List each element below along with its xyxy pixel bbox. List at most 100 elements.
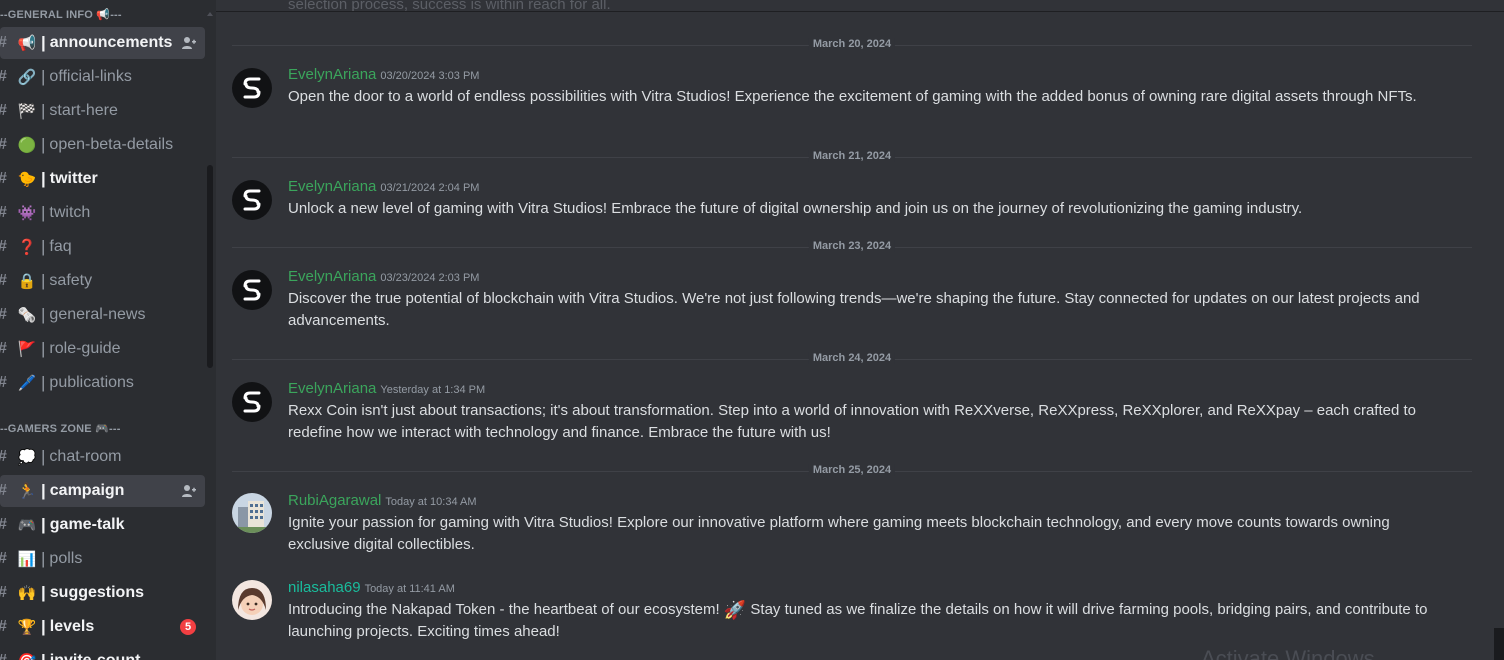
date-divider-label: March 23, 2024 [808, 240, 896, 252]
channel-hash-icon: # [0, 238, 12, 256]
megaphone-icon: 📢 [17, 35, 37, 52]
game-controller-icon: 🎮 [17, 517, 37, 534]
channel-label: open-beta-details [49, 136, 174, 153]
date-divider: March 24, 2024 [232, 352, 1472, 364]
author-name[interactable]: EvelynAriana [288, 268, 376, 285]
pen-icon: 🖊️ [17, 375, 37, 392]
channel-campaign[interactable]: # 🏃 | campaign [0, 475, 205, 507]
channel-faq[interactable]: # ❓ | faq [0, 231, 205, 263]
channel-hash-icon: # [0, 68, 12, 86]
author-name[interactable]: EvelynAriana [288, 66, 376, 83]
channel-label: role-guide [49, 340, 121, 357]
trophy-icon: 🏆 [17, 619, 37, 636]
channel-announcements[interactable]: # 📢 | announcements [0, 27, 205, 59]
green-circle-icon: 🟢 [17, 137, 37, 154]
message[interactable]: EvelynAriana 03/21/2024 2:04 PM Unlock a … [216, 178, 1486, 222]
author-name[interactable]: RubiAgarawal [288, 492, 381, 509]
channel-official-links[interactable]: # 🔗 | official-links [0, 61, 205, 93]
channel-label: general-news [49, 306, 146, 323]
category-gamers-zone[interactable]: --GAMERS ZONE 🎮--- [0, 420, 121, 438]
channel-game-talk[interactable]: # 🎮 | game-talk [0, 509, 205, 541]
channel-label: publications [49, 374, 134, 391]
avatar[interactable] [232, 68, 272, 108]
date-divider: March 21, 2024 [232, 150, 1472, 162]
message-list-scrollbar[interactable] [1494, 628, 1504, 660]
channel-sidebar: --GENERAL INFO 📢--- # 📢 | announcements … [0, 0, 216, 660]
channel-hash-icon: # [0, 550, 12, 568]
date-divider: March 20, 2024 [232, 38, 1472, 50]
message-timestamp[interactable]: 03/21/2024 2:04 PM [380, 182, 479, 194]
channel-label: twitter [49, 170, 98, 187]
message-timestamp[interactable]: Today at 10:34 AM [385, 496, 476, 508]
date-divider-label: March 25, 2024 [808, 464, 896, 476]
channel-hash-icon: # [0, 170, 12, 188]
avatar[interactable] [232, 382, 272, 422]
message[interactable]: EvelynAriana 03/23/2024 2:03 PM Discover … [216, 268, 1486, 332]
lock-icon: 🔒 [17, 273, 37, 290]
vitra-logo-icon [243, 391, 261, 413]
red-flag-icon: 🚩 [17, 341, 37, 358]
author-name[interactable]: nilasaha69 [288, 579, 361, 596]
channel-levels[interactable]: # 🏆 | levels 5 [0, 611, 205, 643]
channel-general-news[interactable]: # 🗞️ | general-news [0, 299, 205, 331]
category-general-info[interactable]: --GENERAL INFO 📢--- [0, 6, 122, 24]
invite-member-icon[interactable] [181, 483, 197, 499]
channel-hash-icon: # [0, 482, 12, 500]
avatar[interactable] [232, 580, 272, 620]
message-timestamp[interactable]: Yesterday at 1:34 PM [380, 384, 485, 396]
message-timestamp[interactable]: 03/23/2024 2:03 PM [380, 272, 479, 284]
message[interactable]: EvelynAriana 03/20/2024 3:03 PM Open the … [216, 66, 1486, 130]
channel-twitter[interactable]: # 🐤 | twitter [0, 163, 205, 195]
target-icon: 🎯 [16, 652, 38, 660]
avatar[interactable] [232, 180, 272, 220]
date-divider-label: March 24, 2024 [808, 352, 896, 364]
channel-twitch[interactable]: # 👾 | twitch [0, 197, 205, 229]
channel-hash-icon: # [0, 34, 12, 52]
message[interactable]: EvelynAriana Yesterday at 1:34 PM Rexx Co… [216, 380, 1486, 444]
message-content: Ignite your passion for gaming with Vitr… [288, 514, 1390, 553]
channel-hash-icon: # [0, 306, 12, 324]
channel-label: safety [49, 272, 93, 289]
activate-windows-watermark: Activate Windows [1201, 646, 1375, 660]
channel-safety[interactable]: # 🔒 | safety [0, 265, 205, 297]
message-list: selection process, success is within rea… [216, 0, 1504, 660]
channel-chat-room[interactable]: # 💭 | chat-room [0, 441, 205, 473]
avatar[interactable] [232, 270, 272, 310]
link-icon: 🔗 [17, 69, 37, 86]
channel-role-guide[interactable]: # 🚩 | role-guide [0, 333, 205, 365]
sidebar-scroll-up-arrow[interactable] [207, 12, 213, 16]
channel-label: official-links [49, 68, 132, 85]
channel-label: twitch [49, 204, 91, 221]
channel-start-here[interactable]: # 🏁 | start-here [0, 95, 205, 127]
channel-label: faq [49, 238, 72, 255]
message-content: Introducing the Nakapad Token - the hear… [288, 600, 1428, 640]
author-name[interactable]: EvelynAriana [288, 380, 376, 397]
channel-open-beta-details[interactable]: # 🟢 | open-beta-details [0, 129, 205, 161]
sidebar-scrollbar[interactable] [207, 165, 213, 368]
invite-member-icon[interactable] [181, 35, 197, 51]
channel-hash-icon: # [0, 652, 12, 660]
channel-polls[interactable]: # 📊 | polls [0, 543, 205, 575]
channel-hash-icon: # [0, 584, 12, 602]
vitra-logo-icon [243, 77, 261, 99]
message[interactable]: nilasaha69 Today at 11:41 AM Introducing … [216, 579, 1486, 643]
question-mark-icon: ❓ [17, 239, 37, 256]
channel-publications[interactable]: # 🖊️ | publications [0, 367, 205, 399]
message[interactable]: RubiAgarawal Today at 10:34 AM Ignite you… [216, 492, 1486, 556]
author-name[interactable]: EvelynAriana [288, 178, 376, 195]
channel-suggestions[interactable]: # 🙌 | suggestions [0, 577, 205, 609]
channel-label: suggestions [49, 584, 144, 601]
channel-hash-icon: # [0, 204, 12, 222]
message-timestamp[interactable]: 03/20/2024 3:03 PM [380, 70, 479, 82]
channel-label: announcements [49, 34, 173, 51]
channel-hash-icon: # [0, 374, 12, 392]
bar-chart-icon: 📊 [17, 551, 37, 568]
channel-invite-count[interactable]: # 🎯 | invite-count [0, 645, 205, 660]
avatar[interactable] [232, 493, 272, 533]
bird-icon: 🐤 [17, 171, 37, 188]
message-content: Unlock a new level of gaming with Vitra … [288, 200, 1303, 217]
date-divider: March 25, 2024 [232, 464, 1472, 476]
message-timestamp[interactable]: Today at 11:41 AM [365, 583, 455, 595]
channel-hash-icon: # [0, 272, 12, 290]
channel-label: chat-room [49, 448, 122, 465]
